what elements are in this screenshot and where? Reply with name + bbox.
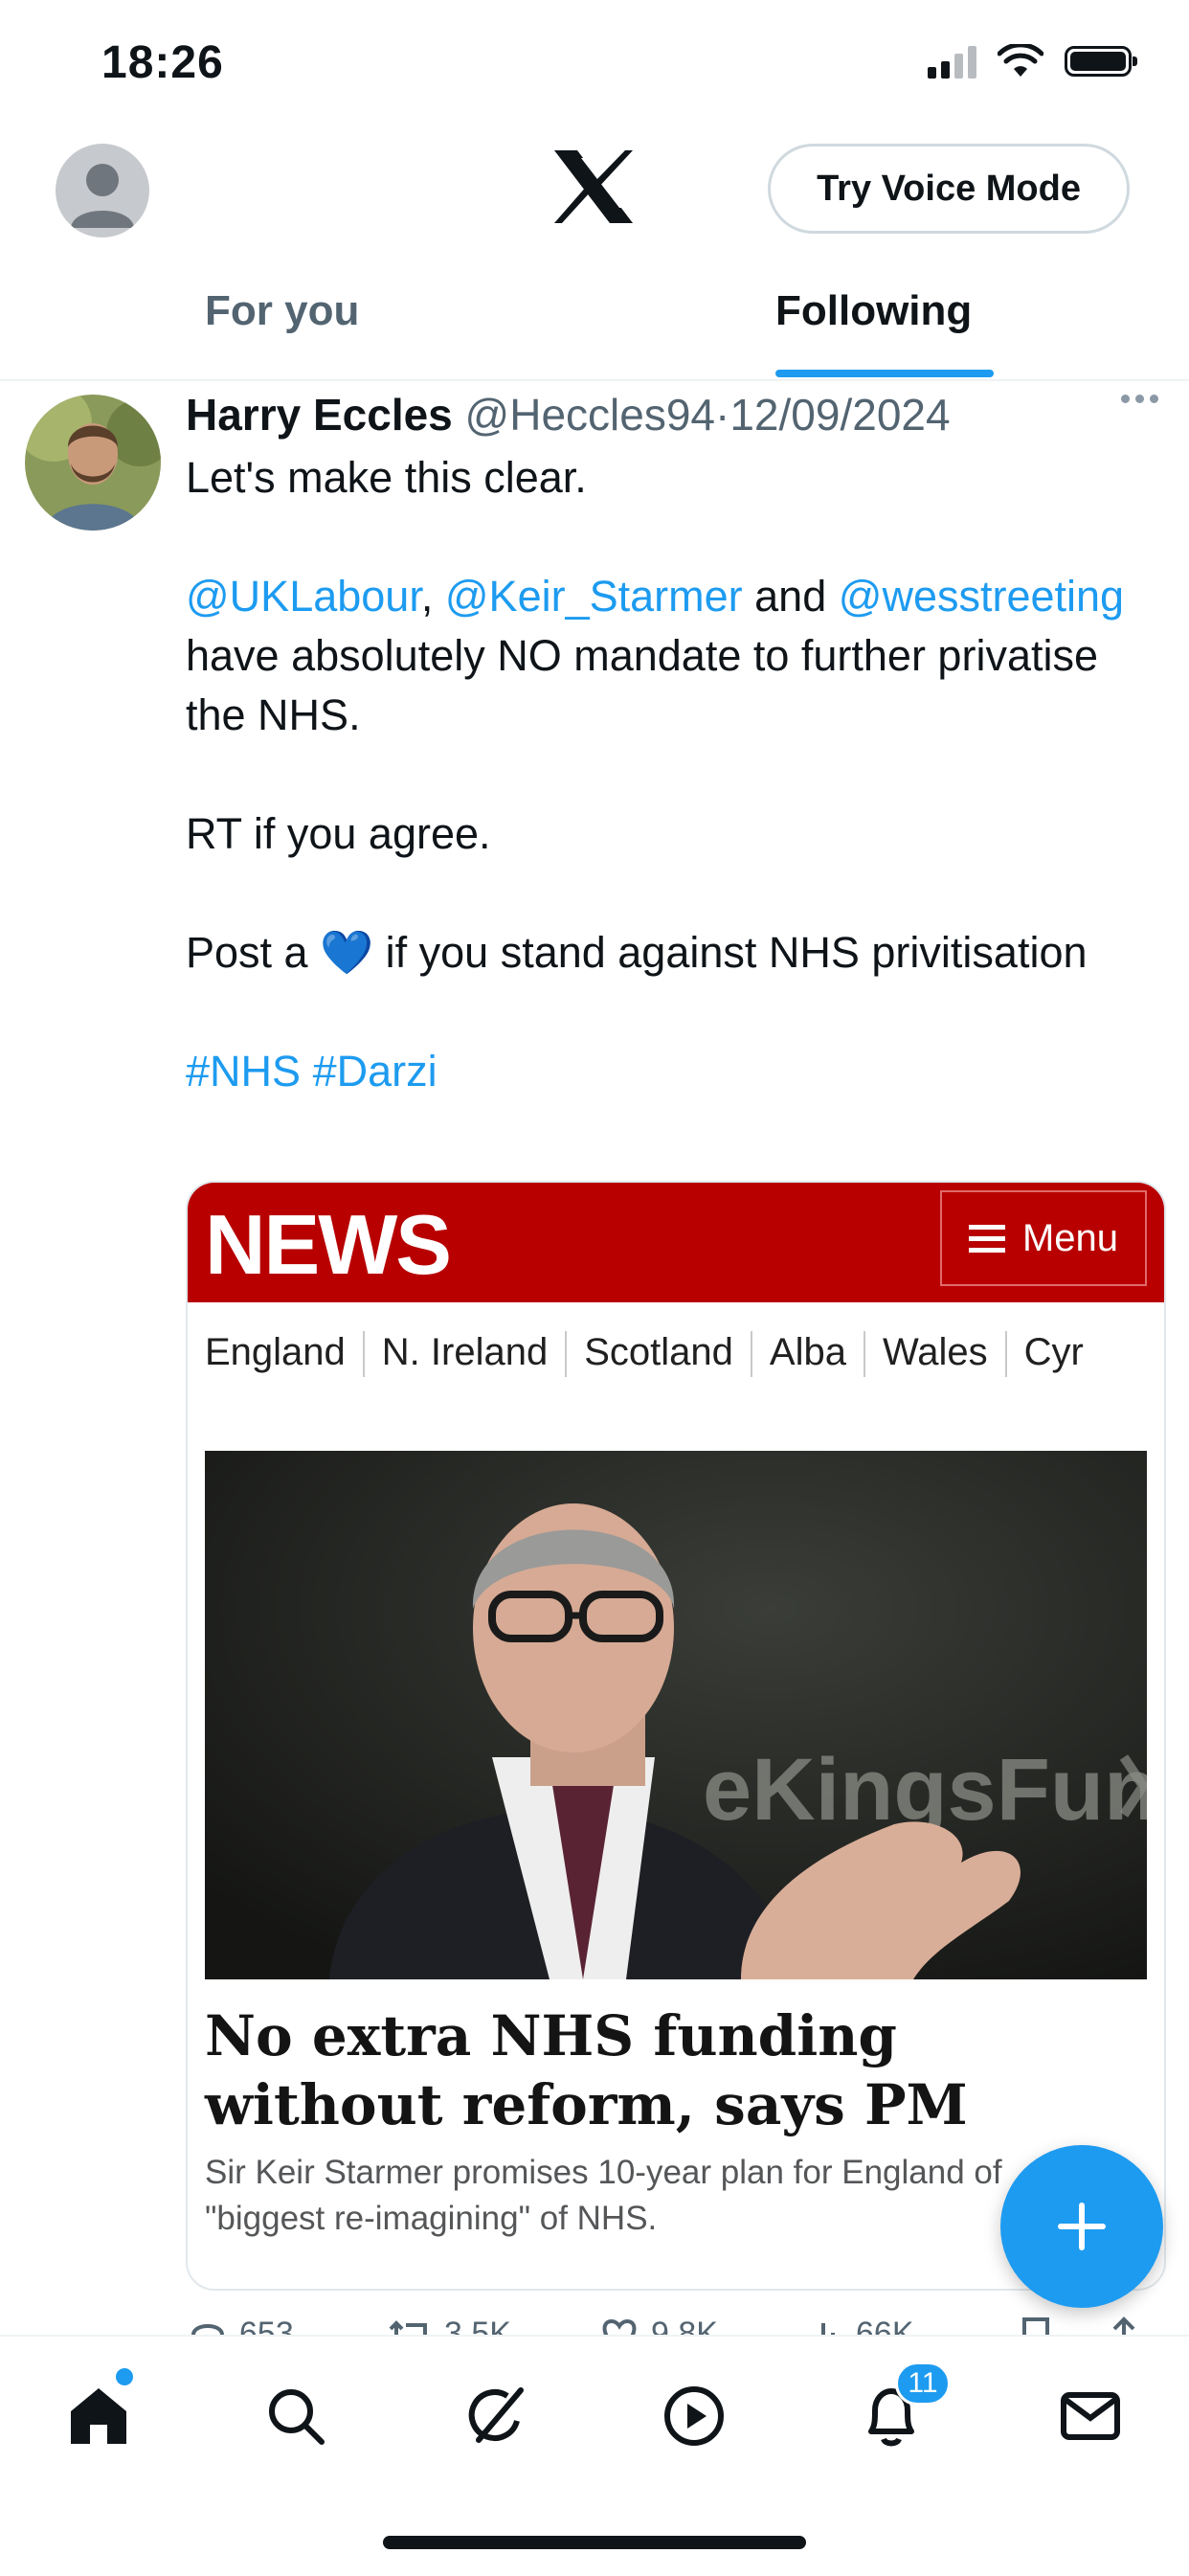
author-handle[interactable]: @Heccles94 <box>465 390 715 440</box>
tweet-hashtags: #NHS #Darzi <box>186 1042 1153 1101</box>
blue-heart-emoji: 💙 <box>320 928 374 977</box>
tweet-text: Let's make this clear. @UKLabour, @Keir_… <box>186 448 1153 1101</box>
more-options-icon[interactable] <box>1121 395 1158 403</box>
mandate-text: have absolutely NO mandate to further pr… <box>186 631 1098 739</box>
mail-icon <box>1061 2392 1120 2440</box>
tweet-line: RT if you agree. <box>186 809 491 858</box>
tweet-line: Let's make this clear. <box>186 453 587 502</box>
cellular-signal-icon <box>928 44 976 79</box>
default-avatar-icon <box>71 164 134 228</box>
tweet-date[interactable]: 12/09/2024 <box>729 390 950 440</box>
compose-button[interactable] <box>1000 2145 1163 2308</box>
news-description: Sir Keir Starmer promises 10-year plan f… <box>205 2154 1002 2237</box>
home-unread-dot <box>113 2365 136 2388</box>
play-icon <box>664 2386 724 2446</box>
wifi-icon <box>998 44 1043 77</box>
news-brand: NEWS <box>205 1197 452 1292</box>
tweet-post-line: Post a 💙 if you stand against NHS privit… <box>186 923 1153 983</box>
news-nav-item: Alba <box>769 1331 846 1373</box>
author-name[interactable]: Harry Eccles <box>186 390 453 440</box>
nav-messages[interactable] <box>1047 2373 1133 2459</box>
news-menu-button: Menu <box>940 1190 1147 1286</box>
news-nav-item: Scotland <box>584 1331 733 1373</box>
top-header: Try Voice Mode <box>0 134 1189 249</box>
battery-icon <box>1065 46 1137 77</box>
tab-following[interactable]: Following <box>775 287 972 335</box>
mention-keir-starmer[interactable]: @Keir_Starmer <box>445 572 743 621</box>
news-nav-item: England <box>205 1331 346 1373</box>
news-photo: eKingsFund <box>205 1451 1147 1979</box>
news-header-bar: NEWS Menu <box>188 1183 1164 1302</box>
header-separator: · <box>715 390 730 440</box>
try-voice-mode-button[interactable]: Try Voice Mode <box>768 144 1130 234</box>
x-logo-icon[interactable] <box>552 148 635 225</box>
home-indicator <box>383 2536 806 2549</box>
active-tab-indicator <box>775 370 994 377</box>
news-region-nav: England N. Ireland Scotland Alba Wales Cyr <box>205 1331 1084 1378</box>
mention-uklabour[interactable]: @UKLabour <box>186 572 421 621</box>
hashtag-darzi[interactable]: #Darzi <box>313 1047 437 1096</box>
news-nav-item: N. Ireland <box>381 1331 549 1373</box>
author-avatar[interactable] <box>25 395 161 531</box>
status-icons <box>928 44 1137 79</box>
nav-search[interactable] <box>253 2373 339 2459</box>
tweet-mentions-line: @UKLabour, @Keir_Starmer and @wesstreeti… <box>186 567 1153 745</box>
tab-for-you[interactable]: For you <box>205 287 359 335</box>
news-nav-item: Wales <box>882 1331 988 1373</box>
comma-text: , <box>420 572 434 621</box>
mention-wesstreeting[interactable]: @wesstreeting <box>839 572 1124 621</box>
status-bar: 18:26 <box>0 0 1189 124</box>
news-nav-item: Cyr <box>1023 1331 1084 1373</box>
post-prefix-text: Post a <box>186 928 308 977</box>
hamburger-icon <box>968 1224 1005 1253</box>
grok-icon <box>468 2387 524 2443</box>
home-icon <box>71 2388 126 2444</box>
news-menu-label: Menu <box>1021 1216 1119 1259</box>
profile-avatar-button[interactable] <box>56 144 149 237</box>
hashtag-nhs[interactable]: #NHS <box>186 1047 301 1096</box>
tweet-header: Harry Eccles @Heccles94·12/09/2024 <box>186 389 951 441</box>
embedded-news-card[interactable]: NEWS Menu England N. Ireland Scotland Alba W… <box>186 1181 1166 2291</box>
search-icon <box>269 2389 325 2445</box>
nav-video[interactable] <box>651 2373 737 2459</box>
post-suffix-text: if you stand against NHS privitisation <box>385 928 1088 977</box>
status-time: 18:26 <box>101 37 224 88</box>
timeline-tabs: For you Following <box>0 268 1189 381</box>
and-text: and <box>754 572 827 621</box>
notifications-badge: 11 <box>895 2361 951 2406</box>
nav-grok[interactable] <box>452 2373 538 2459</box>
news-headline: No extra NHS funding without reform, say… <box>205 2003 968 2137</box>
plus-icon <box>1058 2203 1106 2250</box>
